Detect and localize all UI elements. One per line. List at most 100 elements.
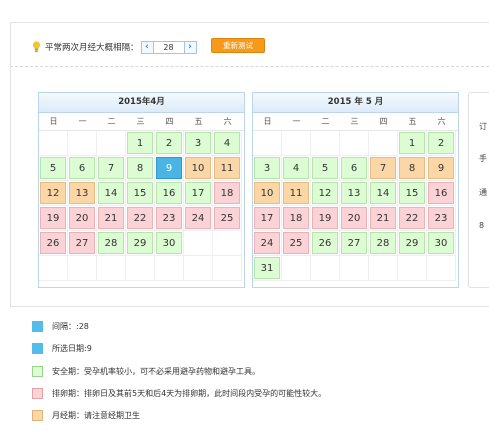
date-cell[interactable]: 13 — [340, 181, 369, 206]
prev-interval-button[interactable]: ‹ — [140, 40, 154, 54]
date-cell[interactable]: 28 — [369, 231, 398, 256]
date-number: 14 — [370, 182, 396, 204]
weekday-label: 六 — [223, 117, 232, 126]
date-cell[interactable]: 4 — [213, 131, 242, 156]
date-number: 17 — [185, 182, 211, 204]
date-cell[interactable]: 22 — [398, 206, 427, 231]
date-number: 31 — [254, 257, 280, 279]
empty-cell — [282, 256, 311, 281]
date-number — [312, 132, 338, 154]
date-cell[interactable]: 11 — [282, 181, 311, 206]
date-cell[interactable]: 29 — [126, 231, 155, 256]
date-cell[interactable]: 7 — [97, 156, 126, 181]
date-cell[interactable]: 4 — [282, 156, 311, 181]
date-cell[interactable]: 7 — [369, 156, 398, 181]
date-cell[interactable]: 24 — [184, 206, 213, 231]
date-cell[interactable]: 17 — [253, 206, 282, 231]
date-cell[interactable]: 15 — [126, 181, 155, 206]
date-cell[interactable]: 10 — [253, 181, 282, 206]
date-cell[interactable]: 16 — [155, 181, 184, 206]
date-cell[interactable]: 25 — [213, 206, 242, 231]
date-cell[interactable]: 21 — [369, 206, 398, 231]
date-cell[interactable]: 2 — [427, 131, 456, 156]
date-cell[interactable]: 1 — [398, 131, 427, 156]
date-cell[interactable]: 31 — [253, 256, 282, 281]
date-cell[interactable]: 5 — [39, 156, 68, 181]
date-cell[interactable]: 2 — [155, 131, 184, 156]
date-cell[interactable]: 13 — [68, 181, 97, 206]
date-cell[interactable]: 5 — [311, 156, 340, 181]
date-cell[interactable]: 9 — [427, 156, 456, 181]
date-number: 5 — [40, 157, 66, 179]
divider — [10, 66, 489, 67]
date-cell[interactable]: 22 — [126, 206, 155, 231]
date-cell[interactable]: 15 — [398, 181, 427, 206]
legend-swatch — [32, 321, 43, 332]
date-number: 8 — [399, 157, 425, 179]
interval-value[interactable]: 28 — [153, 40, 184, 54]
date-cell[interactable]: 8 — [126, 156, 155, 181]
weekday-label: 五 — [194, 117, 203, 126]
date-number: 26 — [40, 232, 66, 254]
weekday-label: 二 — [321, 117, 330, 126]
date-cell[interactable]: 19 — [39, 206, 68, 231]
date-cell[interactable]: 19 — [311, 206, 340, 231]
date-cell[interactable]: 18 — [282, 206, 311, 231]
date-number — [341, 257, 367, 279]
date-number: 2 — [156, 132, 182, 154]
date-number: 18 — [214, 182, 240, 204]
weekday-label: 日 — [49, 117, 58, 126]
date-cell[interactable]: 27 — [68, 231, 97, 256]
date-cell[interactable]: 3 — [184, 131, 213, 156]
date-cell[interactable]: 14 — [97, 181, 126, 206]
date-cell[interactable]: 16 — [427, 181, 456, 206]
date-number: 1 — [127, 132, 153, 154]
date-cell[interactable]: 3 — [253, 156, 282, 181]
date-cell[interactable]: 30 — [155, 231, 184, 256]
weekday-label: 五 — [408, 117, 417, 126]
date-cell[interactable]: 26 — [311, 231, 340, 256]
date-cell[interactable]: 8 — [398, 156, 427, 181]
next-interval-button[interactable]: › — [183, 40, 197, 54]
date-number — [370, 257, 396, 279]
empty-cell — [68, 256, 97, 281]
date-cell[interactable]: 21 — [97, 206, 126, 231]
date-cell[interactable]: 17 — [184, 181, 213, 206]
date-number — [69, 257, 95, 279]
date-number — [283, 257, 309, 279]
date-cell[interactable]: 1 — [126, 131, 155, 156]
date-cell[interactable]: 23 — [155, 206, 184, 231]
date-cell[interactable]: 12 — [39, 181, 68, 206]
date-number: 6 — [341, 157, 367, 179]
date-cell[interactable]: 12 — [311, 181, 340, 206]
date-cell[interactable]: 20 — [68, 206, 97, 231]
date-cell[interactable]: 28 — [97, 231, 126, 256]
date-number: 9 — [428, 157, 454, 179]
date-number — [214, 232, 240, 254]
date-cell[interactable]: 10 — [184, 156, 213, 181]
lightbulb-icon — [32, 41, 41, 53]
date-cell[interactable]: 11 — [213, 156, 242, 181]
date-cell[interactable]: 27 — [340, 231, 369, 256]
date-cell[interactable]: 23 — [427, 206, 456, 231]
date-cell[interactable]: 30 — [427, 231, 456, 256]
date-number: 17 — [254, 207, 280, 229]
weekday-label: 一 — [78, 117, 87, 126]
date-cell[interactable]: 9 — [155, 156, 184, 181]
date-cell[interactable]: 18 — [213, 181, 242, 206]
date-cell[interactable]: 20 — [340, 206, 369, 231]
date-cell[interactable]: 6 — [340, 156, 369, 181]
date-cell[interactable]: 6 — [68, 156, 97, 181]
date-cell[interactable]: 14 — [369, 181, 398, 206]
date-cell[interactable]: 24 — [253, 231, 282, 256]
date-number — [40, 132, 66, 154]
empty-cell — [39, 256, 68, 281]
empty-cell — [97, 256, 126, 281]
retest-button[interactable]: 重新测试 — [211, 38, 265, 53]
date-cell[interactable]: 26 — [39, 231, 68, 256]
date-number — [283, 132, 309, 154]
date-cell[interactable]: 29 — [398, 231, 427, 256]
legend-swatch — [32, 343, 43, 354]
date-number — [341, 132, 367, 154]
date-cell[interactable]: 25 — [282, 231, 311, 256]
